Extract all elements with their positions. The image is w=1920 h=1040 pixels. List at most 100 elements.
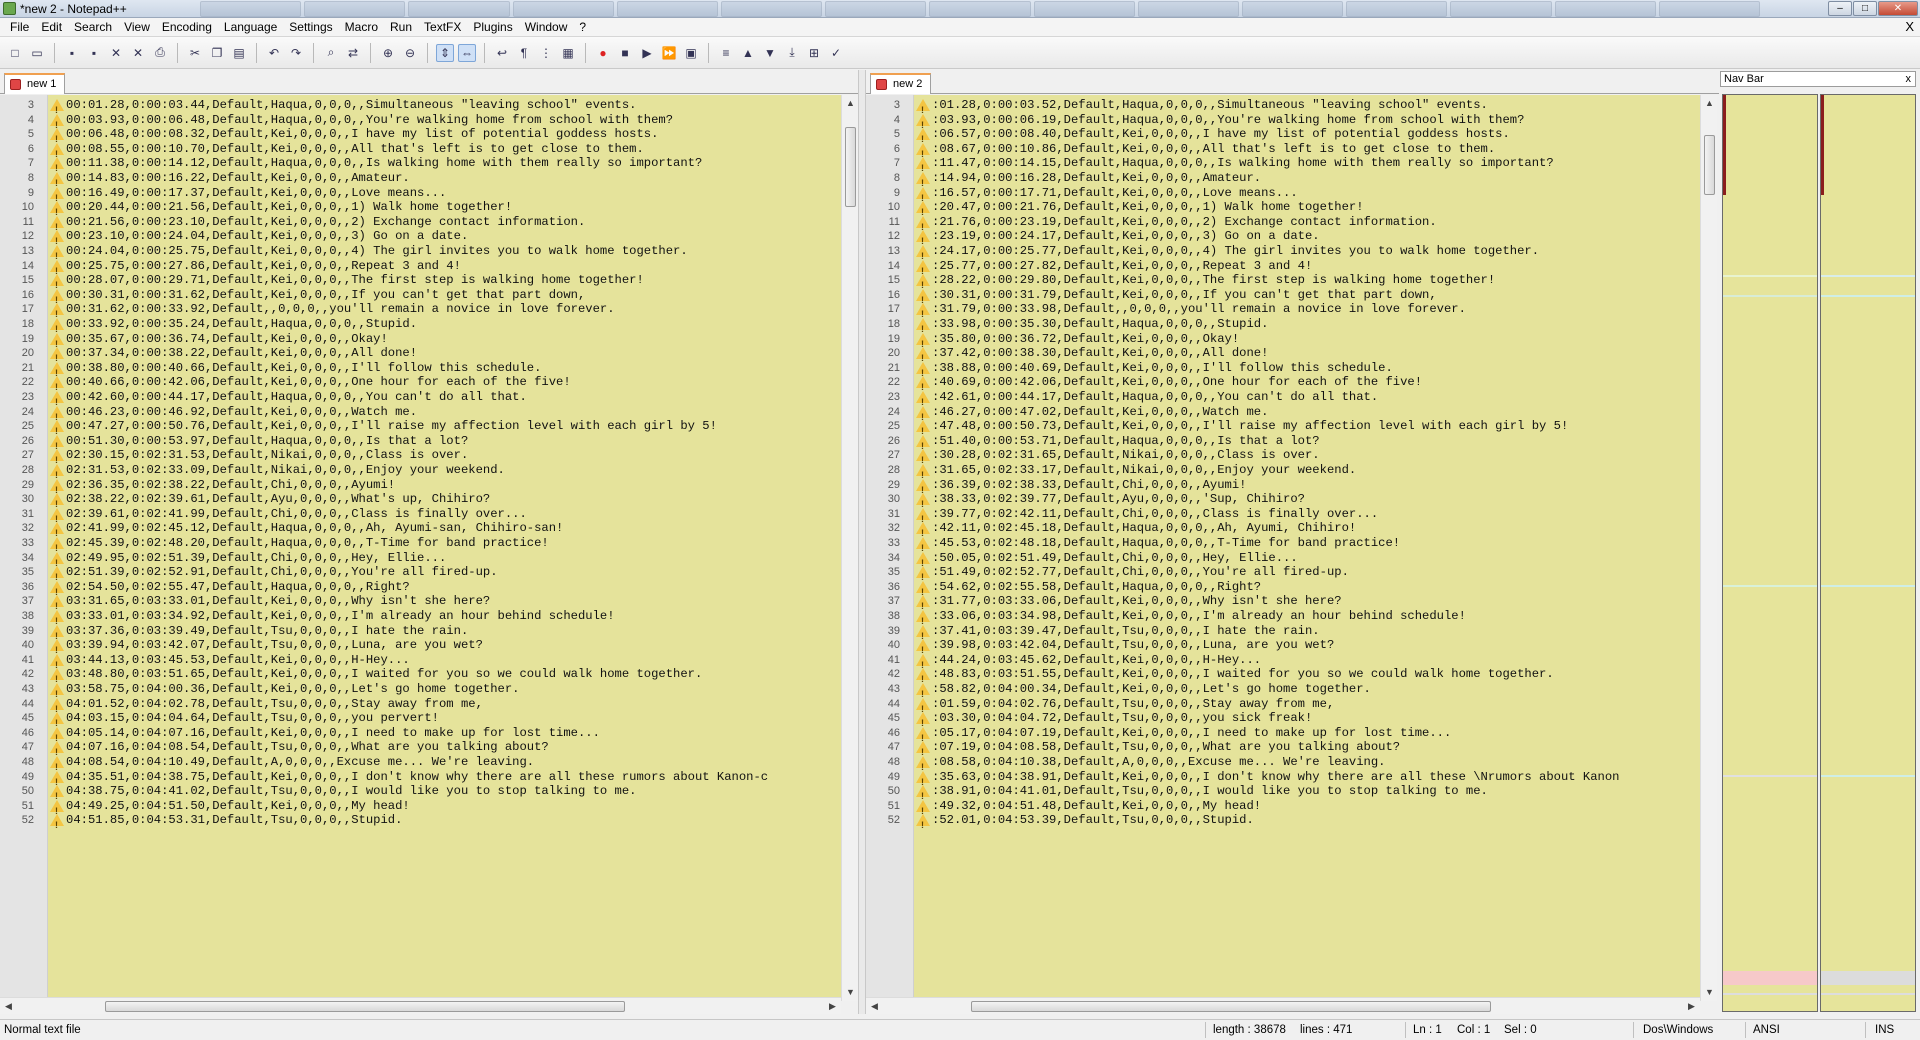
spellcheck-icon[interactable]: ✓ — [827, 44, 845, 62]
toolbar-separator — [313, 42, 314, 63]
zoom-out-icon[interactable]: ⊖ — [401, 44, 419, 62]
menu-window[interactable]: Window — [519, 20, 574, 34]
diff-warning-icon — [50, 142, 64, 163]
scroll-left-arrow-icon[interactable]: ◀ — [866, 998, 883, 1015]
menu-search[interactable]: Search — [68, 20, 118, 34]
doc-map-icon[interactable]: ▦ — [559, 44, 577, 62]
status-line-number: Ln : 1 — [1413, 1024, 1442, 1036]
right-horizontal-scrollbar[interactable]: ◀ ▶ — [866, 997, 1700, 1014]
menu-edit[interactable]: Edit — [35, 20, 68, 34]
minimize-button[interactable]: – — [1828, 1, 1852, 16]
menu-plugins[interactable]: Plugins — [467, 20, 518, 34]
cut-icon[interactable]: ✂ — [186, 44, 204, 62]
menu-help[interactable]: ? — [573, 20, 592, 34]
print-icon[interactable]: ⎙ — [151, 44, 169, 62]
prev-diff-icon[interactable]: ▲ — [739, 44, 757, 62]
scroll-right-arrow-icon[interactable]: ▶ — [824, 998, 841, 1015]
left-horizontal-scrollbar[interactable]: ◀ ▶ — [0, 997, 841, 1014]
open-icon[interactable]: ▭ — [28, 44, 46, 62]
find-icon[interactable]: ⌕ — [322, 44, 340, 62]
diff-warning-icon — [916, 99, 930, 119]
nav-diff-marker — [1723, 585, 1817, 587]
left-text-area[interactable]: 300:01.28,0:00:03.44,Default,Haqua,0,0,0… — [0, 95, 841, 1001]
nav-bar-title: Nav Bar x — [1720, 71, 1916, 87]
menu-textfx[interactable]: TextFX — [418, 20, 467, 34]
right-text-area[interactable]: 3:01.28,0:00:03.52,Default,Haqua,0,0,0,,… — [866, 95, 1700, 1001]
scroll-down-arrow-icon[interactable]: ▼ — [842, 984, 859, 1001]
menu-macro[interactable]: Macro — [339, 20, 384, 34]
nav-bar-left-column[interactable] — [1722, 94, 1818, 1012]
toolbar-separator — [585, 42, 586, 63]
scroll-thumb[interactable] — [845, 127, 856, 207]
zoom-in-icon[interactable]: ⊕ — [379, 44, 397, 62]
view-splitter[interactable] — [858, 70, 866, 1014]
scroll-up-arrow-icon[interactable]: ▲ — [842, 95, 859, 112]
indent-guide-icon[interactable]: ⋮ — [537, 44, 555, 62]
close-document-button[interactable]: X — [1905, 19, 1914, 34]
nav-diff-marker — [1821, 585, 1915, 587]
left-vertical-scrollbar[interactable]: ▲ ▼ — [841, 95, 858, 1001]
menu-view[interactable]: View — [118, 20, 156, 34]
diff-warning-icon — [916, 741, 930, 761]
diff-warning-icon — [916, 712, 930, 732]
stop-icon[interactable]: ■ — [616, 44, 634, 62]
sync-h-icon[interactable]: ⇔ — [458, 43, 476, 62]
maximize-button[interactable]: □ — [1853, 1, 1877, 16]
scroll-thumb[interactable] — [1704, 135, 1715, 195]
paste-icon[interactable]: ▤ — [230, 44, 248, 62]
compare-icon[interactable]: ≡ — [717, 44, 735, 62]
nav-bar-right-column[interactable] — [1820, 94, 1916, 1012]
diff-warning-icon — [50, 186, 64, 207]
new-file-icon[interactable]: □ — [6, 44, 24, 62]
text-line[interactable]: 52:52.01,0:04:53.39,Default,Tsu,0,0,0,,S… — [866, 811, 1700, 834]
copy-icon[interactable]: ❐ — [208, 44, 226, 62]
menu-settings[interactable]: Settings — [283, 20, 338, 34]
nav-bar-close-icon[interactable]: x — [1906, 72, 1912, 86]
diff-warning-icon — [50, 464, 64, 484]
tab-new-2[interactable]: new 2 — [870, 73, 932, 94]
next-diff-icon[interactable]: ▼ — [761, 44, 779, 62]
diff-warning-icon — [50, 391, 64, 411]
toolbar-separator — [54, 42, 55, 63]
diff-warning-icon — [50, 580, 64, 601]
diff-warning-icon — [916, 230, 930, 250]
menu-language[interactable]: Language — [218, 20, 283, 34]
diff-warning-icon — [916, 288, 930, 309]
scroll-thumb[interactable] — [105, 1001, 625, 1012]
close-icon[interactable]: ✕ — [107, 44, 125, 62]
replace-icon[interactable]: ⇄ — [344, 44, 362, 62]
save-macro-icon[interactable]: ▣ — [682, 44, 700, 62]
diff-warning-icon — [916, 624, 930, 645]
scroll-left-arrow-icon[interactable]: ◀ — [0, 998, 17, 1015]
right-vertical-scrollbar[interactable]: ▲ ▼ — [1700, 95, 1717, 1001]
menu-encoding[interactable]: Encoding — [156, 20, 218, 34]
diff-warning-icon — [50, 201, 64, 221]
undo-icon[interactable]: ↶ — [265, 44, 283, 62]
menu-file[interactable]: File — [4, 20, 35, 34]
scroll-up-arrow-icon[interactable]: ▲ — [1701, 95, 1718, 112]
scroll-down-arrow-icon[interactable]: ▼ — [1701, 984, 1718, 1001]
wrap-icon[interactable]: ↩ — [493, 44, 511, 62]
text-line[interactable]: 52 04:51.85,0:04:53.31,Default,Tsu,0,0,0,… — [0, 811, 841, 834]
play-multi-icon[interactable]: ⏩ — [660, 44, 678, 62]
diff-warning-icon — [50, 741, 64, 761]
play-icon[interactable]: ▶ — [638, 44, 656, 62]
diff-warning-icon — [916, 215, 930, 236]
scroll-right-arrow-icon[interactable]: ▶ — [1683, 998, 1700, 1015]
menu-run[interactable]: Run — [384, 20, 418, 34]
all-chars-icon[interactable]: ¶ — [515, 44, 533, 62]
save-all-icon[interactable]: ▪ — [85, 44, 103, 62]
save-icon[interactable]: ▪ — [63, 44, 81, 62]
status-selection: Sel : 0 — [1504, 1024, 1537, 1036]
sync-v-icon[interactable]: ⇕ — [436, 43, 454, 62]
close-all-icon[interactable]: ✕ — [129, 44, 147, 62]
last-diff-icon[interactable]: ⤓ — [783, 44, 801, 62]
nav-icon[interactable]: ⊞ — [805, 44, 823, 62]
close-window-button[interactable]: ✕ — [1878, 1, 1918, 16]
diff-warning-icon — [50, 522, 64, 542]
record-icon[interactable]: ● — [594, 44, 612, 62]
redo-icon[interactable]: ↷ — [287, 44, 305, 62]
diff-warning-icon — [50, 551, 64, 572]
scroll-thumb[interactable] — [971, 1001, 1491, 1012]
tab-new-1[interactable]: new 1 — [4, 73, 66, 94]
